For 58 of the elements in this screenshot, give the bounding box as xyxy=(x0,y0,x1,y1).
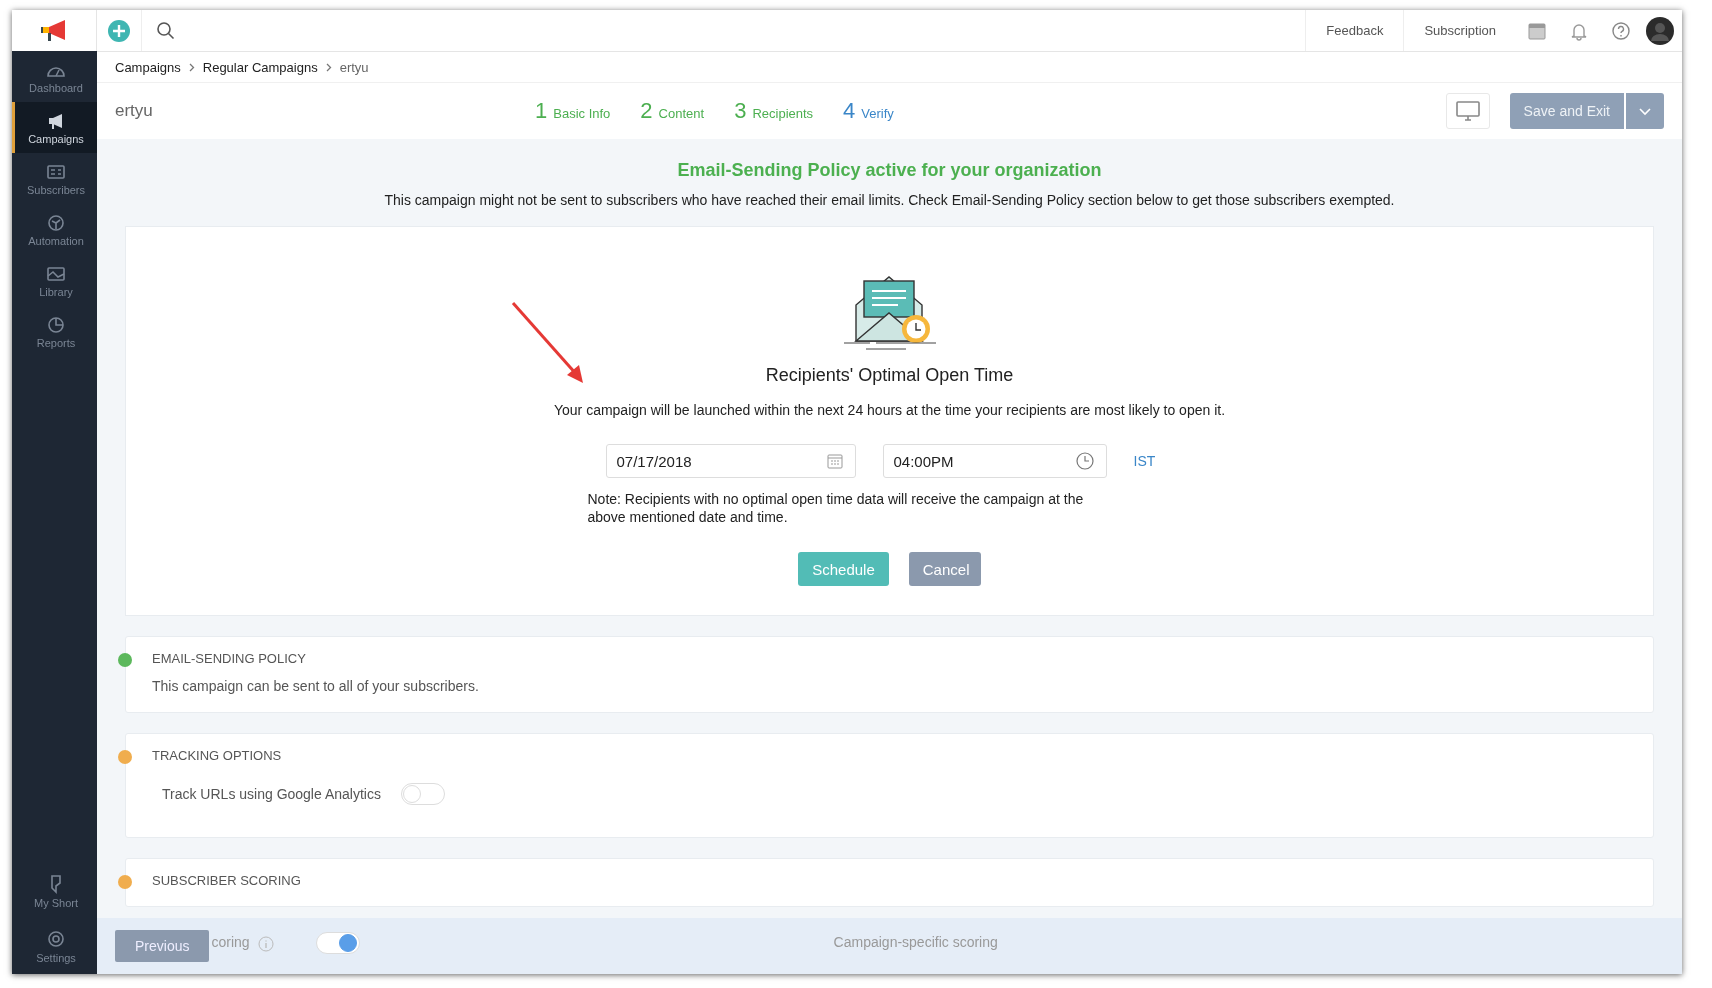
preview-button[interactable] xyxy=(1445,93,1490,129)
toggle-label: Track URLs using Google Analytics xyxy=(162,786,381,802)
toggle-switch[interactable] xyxy=(400,783,445,805)
sidebar-item[interactable]: Settings xyxy=(12,919,97,974)
campaign-title: ertyu xyxy=(115,101,154,121)
policy-title: Email-Sending Policy active for your organization xyxy=(676,160,1103,181)
save-exit-button[interactable]: Save and Exit xyxy=(1509,93,1624,129)
schedule-button[interactable]: Schedule xyxy=(798,552,889,586)
sidebar-item[interactable]: My Short xyxy=(12,864,97,919)
clock-icon xyxy=(1075,452,1094,470)
dropdown-button[interactable] xyxy=(1626,93,1664,129)
section-title: EMAIL-SENDING POLICY xyxy=(152,651,307,666)
card-description: Your campaign will be launched within the next 24 hours at the time your recipients are most likely to open it. xyxy=(553,402,1226,418)
nav-icon xyxy=(46,163,66,181)
avatar-icon[interactable] xyxy=(1646,16,1674,45)
breadcrumb-link[interactable]: Campaigns xyxy=(115,59,181,75)
section-text: This campaign can be sent to all of your subscribers. xyxy=(152,678,480,694)
step-tab[interactable]: 2 Content xyxy=(640,98,705,124)
caret-icon xyxy=(1639,107,1651,116)
section-title: SUBSCRIBER SCORING xyxy=(152,873,302,888)
calendar-icon xyxy=(826,453,843,469)
step-tab[interactable]: 3 Recipients xyxy=(734,98,814,124)
breadcrumb-link[interactable]: ertyu xyxy=(339,59,369,75)
nav-icon xyxy=(46,265,66,283)
nav-icon xyxy=(46,214,66,232)
date-field[interactable]: 07/17/2018 xyxy=(605,444,856,478)
step-tab[interactable]: 4 Verify xyxy=(843,98,894,124)
nav-icon xyxy=(46,316,66,334)
monitor-icon xyxy=(1454,100,1481,122)
time-field[interactable]: 04:00PM xyxy=(882,444,1107,478)
section-title: TRACKING OPTIONS xyxy=(152,748,283,763)
sidebar-item[interactable]: Automation xyxy=(12,204,97,255)
chevron-icon xyxy=(325,62,332,72)
timezone-link[interactable]: IST xyxy=(1133,453,1174,469)
top-link[interactable]: Subscription xyxy=(1403,10,1516,51)
step-tab[interactable]: 1 Basic Info xyxy=(535,98,611,124)
note-text: Note: Recipients with no optimal open time data will receive the campaign at the above mentioned date and time. xyxy=(587,490,1085,526)
nav-icon xyxy=(46,929,66,949)
help-icon[interactable] xyxy=(1611,20,1631,41)
calendar-icon[interactable] xyxy=(1527,20,1547,41)
sidebar-item[interactable]: Subscribers xyxy=(12,153,97,204)
search-icon[interactable] xyxy=(156,20,176,41)
breadcrumb-link[interactable]: Regular Campaigns xyxy=(202,59,318,75)
cancel-button[interactable]: Cancel xyxy=(908,552,981,586)
sidebar-item[interactable]: Reports xyxy=(12,306,97,357)
toggle-switch[interactable] xyxy=(315,932,360,954)
sidebar-item[interactable]: Dashboard xyxy=(12,51,97,102)
plus-icon xyxy=(108,19,130,42)
info-icon xyxy=(257,936,274,952)
sidebar-item[interactable]: Campaigns xyxy=(12,102,97,153)
chevron-icon xyxy=(188,62,195,72)
top-link[interactable]: Feedback xyxy=(1305,10,1404,51)
previous-button[interactable]: Previous xyxy=(115,930,210,962)
policy-text: This campaign might not be sent to subscribers who have reached their email limits. Check Email-Sending Policy section below to get those subscribers exempted. xyxy=(383,192,1396,208)
scoring-label: Campaign-specific scoring xyxy=(833,934,998,950)
scoring-label: coring xyxy=(211,934,250,950)
card-title: Recipients' Optimal Open Time xyxy=(765,365,1014,386)
sidebar-item[interactable]: Library xyxy=(12,255,97,306)
